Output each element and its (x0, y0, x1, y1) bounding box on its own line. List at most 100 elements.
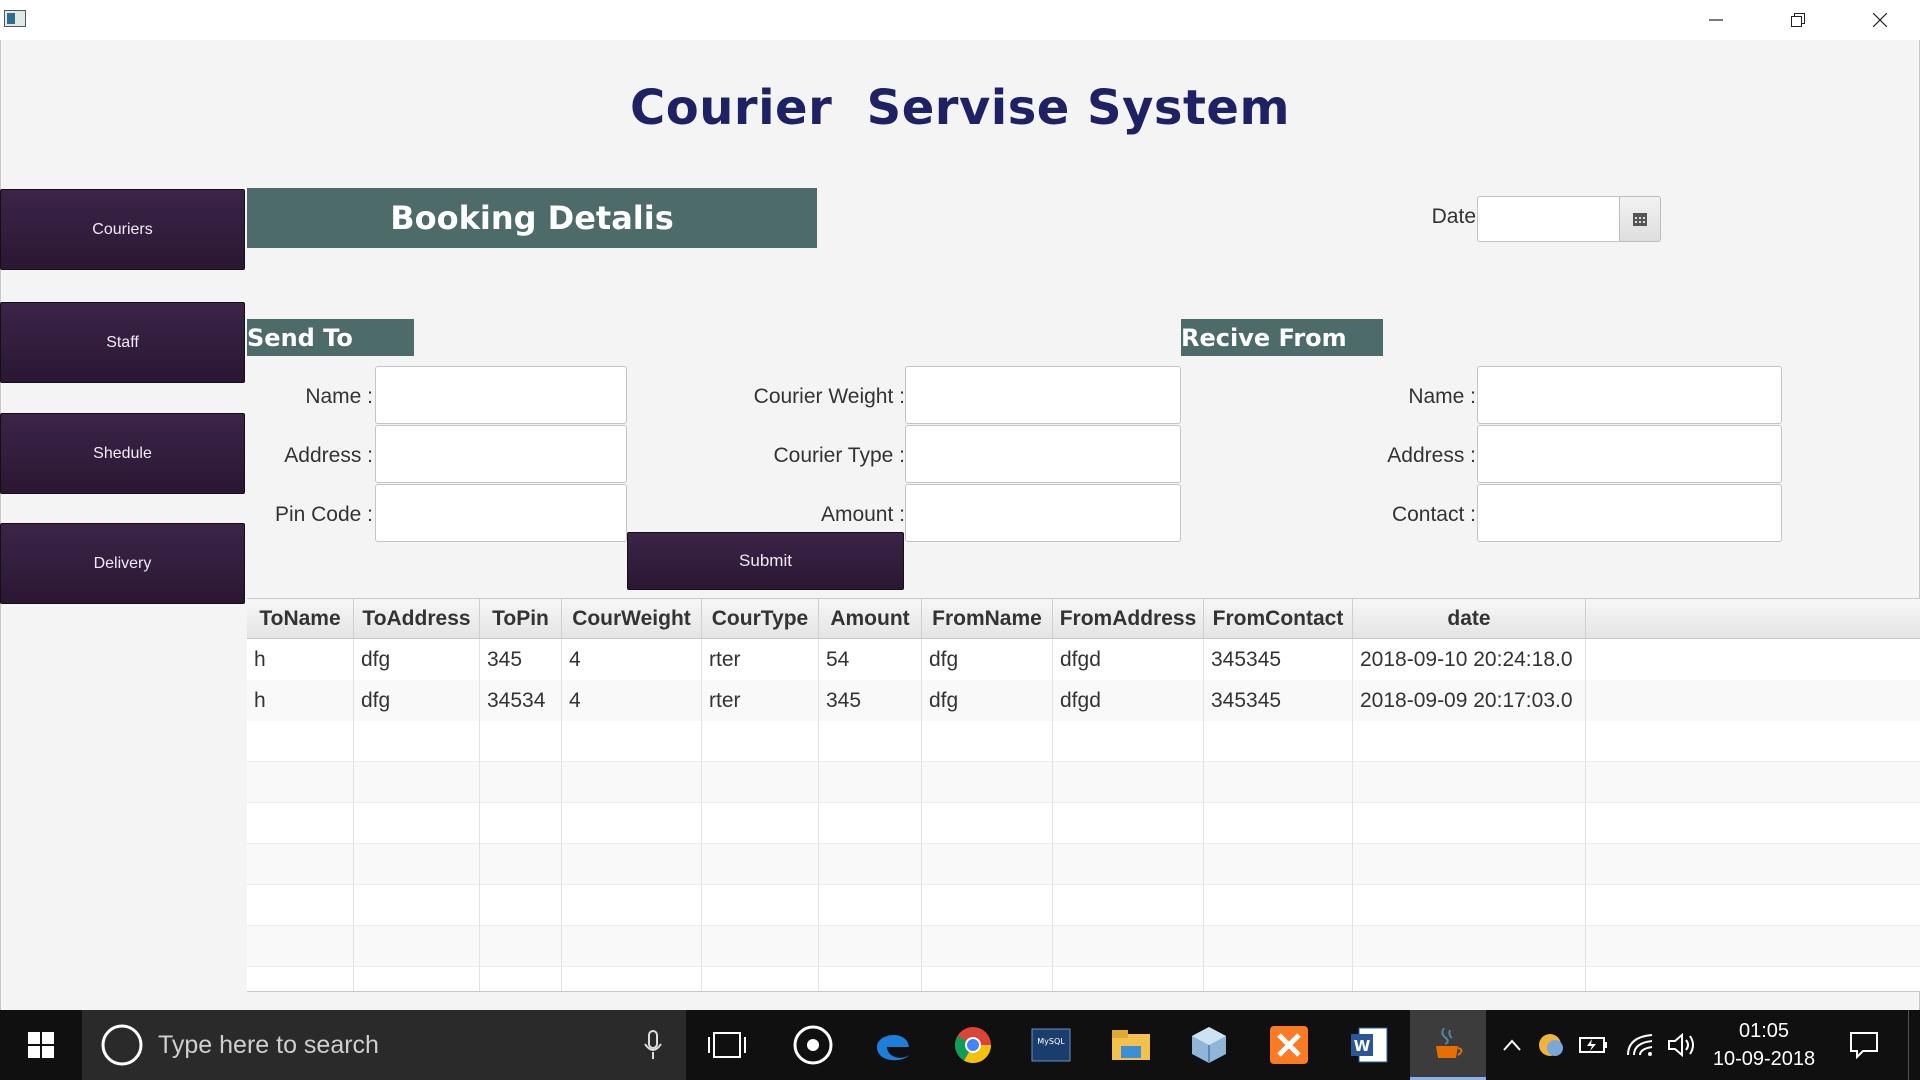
column-header[interactable]: FromAddress (1053, 599, 1204, 639)
taskbar-app-file-explorer[interactable] (1092, 1010, 1170, 1080)
task-view-button[interactable] (688, 1010, 766, 1080)
column-header[interactable]: ToName (247, 599, 354, 639)
java-coffee-icon (1436, 1026, 1463, 1058)
taskbar-app-xampp[interactable] (1250, 1010, 1328, 1080)
sidebar-item-shedule[interactable]: Shedule (0, 413, 245, 494)
receive-from-header: Recive From (1181, 319, 1383, 356)
svg-text:W: W (1354, 1037, 1371, 1055)
submit-button[interactable]: Submit (627, 532, 904, 590)
microphone-icon[interactable] (644, 1030, 662, 1060)
column-header[interactable]: ToAddress (354, 599, 480, 639)
groove-music-icon (793, 1025, 833, 1065)
amount-label: Amount : (820, 503, 905, 526)
sidebar-item-staff[interactable]: Staff (0, 302, 245, 383)
column-header[interactable]: CourType (702, 599, 819, 639)
taskbar-app-edge[interactable] (854, 1010, 932, 1080)
table-row[interactable]: h dfg 345 4 rter 54 dfg dfgd 345345 2018… (247, 639, 1920, 680)
notification-icon (1850, 1032, 1878, 1059)
column-header[interactable]: ToPin (480, 599, 562, 639)
svg-text:MySQL: MySQL (1037, 1037, 1065, 1046)
table-cell: 54 (819, 639, 922, 680)
column-header[interactable]: CourWeight (562, 599, 702, 639)
app-window-icon (4, 10, 26, 27)
table-cell: rter (702, 639, 819, 680)
receive-from-address-input[interactable] (1477, 425, 1782, 483)
show-hidden-icons-button[interactable] (1494, 1010, 1530, 1080)
taskbar-app-mysql[interactable]: MySQL (1012, 1010, 1090, 1080)
start-button[interactable] (0, 1010, 82, 1080)
taskbar-app-groove[interactable] (774, 1010, 852, 1080)
receive-from-contact-label: Contact : (1391, 503, 1476, 526)
show-desktop-button[interactable] (1908, 1010, 1920, 1080)
receive-from-name-input[interactable] (1477, 366, 1782, 424)
table-cell: 345345 (1204, 680, 1353, 721)
minimize-button[interactable] (1676, 0, 1756, 40)
restore-button[interactable] (1758, 0, 1838, 40)
window-title-bar (0, 0, 1920, 40)
wifi-button[interactable] (1620, 1010, 1660, 1080)
taskbar-app-word[interactable]: W (1330, 1010, 1408, 1080)
courier-weight-input[interactable] (905, 366, 1181, 424)
taskbar-app-virtualbox[interactable] (1170, 1010, 1248, 1080)
table-cell: 2018-09-09 20:17:03.0 (1353, 680, 1586, 721)
file-explorer-icon (1112, 1030, 1150, 1060)
weather-icon (1539, 1034, 1563, 1056)
table-cell: rter (702, 680, 819, 721)
receive-from-address-label: Address : (1387, 444, 1476, 467)
cortana-icon (101, 1024, 143, 1066)
table-cell: dfg (354, 639, 480, 680)
courier-type-input[interactable] (905, 425, 1181, 483)
table-cell: h (247, 680, 354, 721)
table-cell: 4 (562, 680, 702, 721)
tray-weather-icon-button[interactable] (1532, 1010, 1572, 1080)
courier-weight-label: Courier Weight : (753, 385, 905, 408)
amount-input[interactable] (905, 484, 1181, 542)
date-picker-button[interactable] (1619, 196, 1661, 242)
taskbar-clock[interactable]: 01:05 10-09-2018 (1704, 1010, 1824, 1080)
bookings-table[interactable]: ToName ToAddress ToPin CourWeight CourTy… (247, 598, 1920, 992)
minimize-icon (1709, 19, 1723, 21)
chrome-browser-icon (954, 1027, 991, 1064)
chevron-up-icon (1503, 1039, 1521, 1051)
table-cell: 345 (480, 639, 562, 680)
send-to-pin-input[interactable] (375, 484, 627, 542)
edge-browser-icon (877, 1034, 909, 1061)
table-empty-area (247, 721, 1920, 991)
xampp-icon (1270, 1026, 1308, 1064)
table-cell: dfg (922, 639, 1053, 680)
receive-from-contact-input[interactable] (1477, 484, 1782, 542)
battery-button[interactable] (1574, 1010, 1614, 1080)
virtualbox-cube-icon (1192, 1027, 1226, 1063)
send-to-name-input[interactable] (375, 366, 627, 424)
column-header[interactable]: date (1353, 599, 1586, 639)
send-to-header: Send To (247, 319, 414, 356)
send-to-address-input[interactable] (375, 425, 627, 483)
word-document-icon: W (1351, 1027, 1388, 1063)
table-row[interactable]: h dfg 34534 4 rter 345 dfg dfgd 345345 2… (247, 680, 1920, 721)
mysql-workbench-icon: MySQL (1031, 1028, 1071, 1062)
table-cell: 4 (562, 639, 702, 680)
receive-from-name-label: Name : (1408, 385, 1476, 408)
task-view-icon (708, 1032, 746, 1058)
close-button[interactable] (1840, 0, 1920, 40)
speaker-volume-icon (1668, 1033, 1694, 1057)
taskbar-search-placeholder: Type here to search (158, 1030, 379, 1059)
taskbar-search-box[interactable]: Type here to search (82, 1010, 686, 1080)
column-header[interactable]: FromContact (1204, 599, 1353, 639)
date-input[interactable] (1477, 196, 1620, 242)
taskbar-app-chrome[interactable] (934, 1010, 1012, 1080)
volume-button[interactable] (1662, 1010, 1702, 1080)
table-header-row: ToName ToAddress ToPin CourWeight CourTy… (247, 599, 1920, 639)
sidebar-item-delivery[interactable]: Delivery (0, 523, 245, 604)
table-cell: 2018-09-10 20:24:18.0 (1353, 639, 1586, 680)
booking-details-header: Booking Detalis (247, 188, 817, 248)
table-cell: h (247, 639, 354, 680)
action-center-button[interactable] (1836, 1010, 1892, 1080)
sidebar-item-couriers[interactable]: Couriers (0, 189, 245, 270)
courier-type-label: Courier Type : (773, 444, 905, 467)
column-header[interactable]: Amount (819, 599, 922, 639)
taskbar-app-java-active[interactable] (1410, 1010, 1486, 1080)
date-label: Date (1431, 205, 1476, 228)
table-cell: 345 (819, 680, 922, 721)
column-header[interactable]: FromName (922, 599, 1053, 639)
